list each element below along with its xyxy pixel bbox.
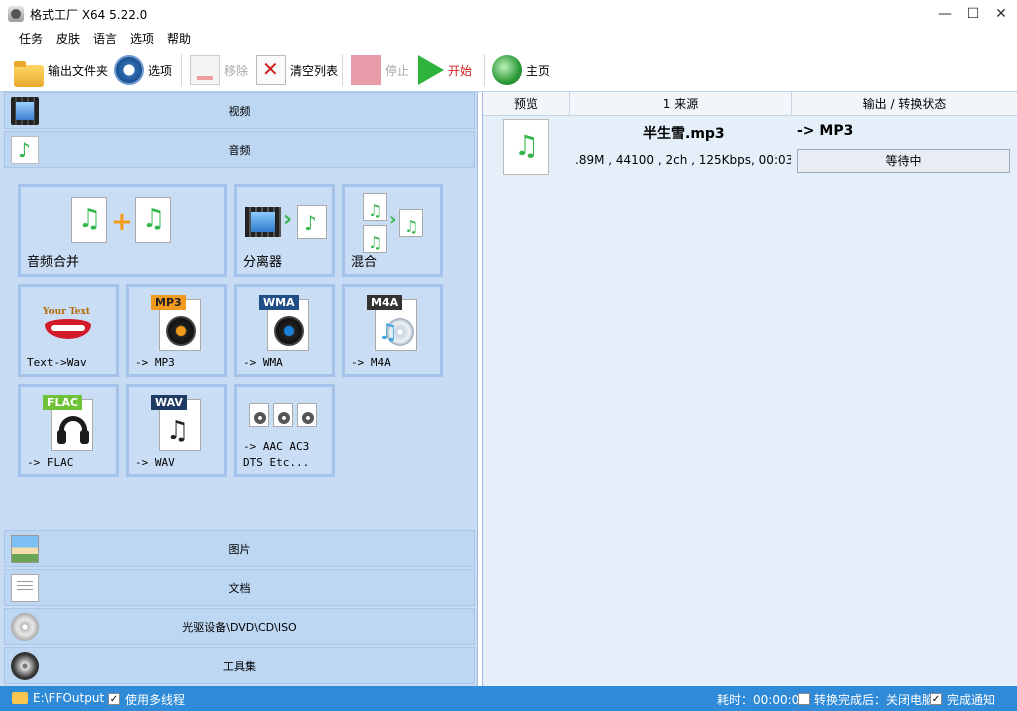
notify-checkbox[interactable]: ✓	[930, 693, 942, 705]
output-folder-button[interactable]: 输出文件夹	[14, 52, 108, 88]
film-icon	[11, 97, 39, 125]
category-label: 文档	[228, 581, 251, 595]
category-video[interactable]: 视频	[4, 92, 475, 129]
category-label: 音频	[228, 143, 251, 157]
menu-help[interactable]: 帮助	[167, 30, 191, 47]
tile-text-to-wav[interactable]: Your Text Text->Wav	[18, 284, 119, 377]
category-panel: 视频 音频 ♫ + ♫ 音频合并 › ♪ 分离器 ♫	[0, 92, 478, 686]
menu-skin[interactable]: 皮肤	[56, 30, 80, 47]
remove-button[interactable]: 移除	[190, 52, 248, 88]
menu-bar: 任务 皮肤 语言 选项 帮助	[0, 28, 1017, 48]
remove-icon	[190, 55, 220, 85]
options-label: 选项	[148, 63, 173, 78]
tile-label: 混合	[351, 255, 378, 270]
stop-icon	[351, 55, 381, 85]
remove-label: 移除	[224, 63, 249, 78]
tile-splitter[interactable]: › ♪ 分离器	[234, 184, 335, 277]
menu-options[interactable]: 选项	[130, 30, 154, 47]
folder-icon	[12, 692, 28, 704]
task-file-info: .89M , 44100 , 2ch , 125Kbps, 00:03:0	[575, 153, 791, 167]
play-icon	[418, 55, 444, 85]
multithread-label: 使用多线程	[125, 693, 186, 707]
output-path[interactable]: E:\FFOutput	[33, 691, 104, 705]
tile-other-formats[interactable]: -> AAC AC3 DTS Etc...	[234, 384, 335, 477]
stop-label: 停止	[385, 63, 410, 78]
app-icon	[8, 6, 24, 22]
tile-audio-join[interactable]: ♫ + ♫ 音频合并	[18, 184, 227, 277]
tile-label: -> M4A	[351, 356, 391, 369]
task-list: 预览 1 来源 输出 / 转换状态 ♫ 半生雪.mp3 .89M , 44100…	[482, 92, 1017, 686]
globe-icon	[492, 55, 522, 85]
status-bar: E:\FFOutput ✓ 使用多线程 耗时：00:00:00 转换完成后：关闭…	[0, 686, 1017, 711]
category-label: 工具集	[223, 659, 256, 673]
film-reel-icon	[11, 652, 39, 680]
title-bar: 格式工厂 X64 5.22.0 — ☐ ✕	[0, 0, 1017, 28]
column-header-preview[interactable]: 预览	[483, 92, 570, 116]
elapsed-time: 耗时：00:00:00	[717, 693, 807, 707]
window-title: 格式工厂 X64 5.22.0	[30, 8, 148, 22]
category-audio[interactable]: 音频	[4, 131, 475, 168]
category-label: 图片	[228, 542, 251, 556]
column-header-source[interactable]: 1 来源	[570, 92, 792, 116]
task-status: 等待中	[797, 149, 1010, 173]
category-picture[interactable]: 图片	[4, 530, 475, 567]
toolbar-separator	[181, 54, 182, 86]
tile-to-m4a[interactable]: ♫ M4A -> M4A	[342, 284, 443, 377]
tile-label: -> WAV	[135, 456, 175, 469]
after-convert-label: 转换完成后：关闭电脑	[814, 693, 935, 707]
category-label: 光驱设备\DVD\CD\ISO	[182, 620, 297, 634]
toolbar-separator	[342, 54, 343, 86]
notify-label: 完成通知	[947, 693, 996, 707]
shutdown-checkbox[interactable]	[798, 693, 810, 705]
folder-icon	[14, 61, 44, 87]
start-label: 开始	[448, 63, 473, 78]
task-target-format: -> MP3	[797, 123, 854, 139]
task-filename: 半生雪.mp3	[643, 126, 725, 142]
disc-icon	[11, 613, 39, 641]
close-button[interactable]: ✕	[984, 0, 1017, 28]
tile-label: 音频合并	[27, 255, 80, 270]
clear-list-label: 清空列表	[290, 63, 339, 78]
clear-list-icon	[256, 55, 286, 85]
tile-mix[interactable]: ♫ ♫ › ♫ 混合	[342, 184, 443, 277]
tile-label: -> MP3	[135, 356, 175, 369]
tile-to-wav[interactable]: ♫ WAV -> WAV	[126, 384, 227, 477]
home-label: 主页	[526, 63, 551, 78]
menu-language[interactable]: 语言	[93, 30, 117, 47]
category-rom[interactable]: 光驱设备\DVD\CD\ISO	[4, 608, 475, 645]
category-document[interactable]: 文档	[4, 569, 475, 606]
tile-to-wma[interactable]: WMA -> WMA	[234, 284, 335, 377]
tile-label: -> FLAC	[27, 456, 74, 469]
audio-tools-grid: ♫ + ♫ 音频合并 › ♪ 分离器 ♫ ♫ › ♫ 混合 Your Text …	[4, 170, 475, 528]
toolbar: 输出文件夹 选项 移除 清空列表 停止 开始 主页	[0, 48, 1017, 92]
column-header-status[interactable]: 输出 / 转换状态	[792, 92, 1017, 116]
music-note-icon	[11, 136, 39, 164]
home-button[interactable]: 主页	[492, 52, 550, 88]
category-tools[interactable]: 工具集	[4, 647, 475, 684]
stop-button[interactable]: 停止	[351, 52, 409, 88]
tile-to-mp3[interactable]: MP3 -> MP3	[126, 284, 227, 377]
document-icon	[11, 574, 39, 602]
picture-icon	[11, 535, 39, 563]
menu-task[interactable]: 任务	[19, 30, 43, 47]
options-button[interactable]: 选项	[114, 52, 172, 88]
category-label: 视频	[228, 104, 251, 118]
output-folder-label: 输出文件夹	[48, 63, 109, 78]
tile-label: -> WMA	[243, 356, 283, 369]
gear-icon	[114, 55, 144, 85]
audio-file-icon: ♫	[503, 119, 549, 175]
start-button[interactable]: 开始	[418, 52, 472, 88]
multithread-checkbox[interactable]: ✓	[108, 693, 120, 705]
task-row[interactable]: ♫ 半生雪.mp3 .89M , 44100 , 2ch , 125Kbps, …	[483, 117, 1017, 177]
tile-label: Text->Wav	[27, 356, 87, 369]
clear-list-button[interactable]: 清空列表	[256, 52, 338, 88]
tile-label: 分离器	[243, 255, 283, 270]
toolbar-separator	[484, 54, 485, 86]
tile-label: -> AAC AC3 DTS Etc...	[243, 440, 310, 469]
tile-to-flac[interactable]: FLAC -> FLAC	[18, 384, 119, 477]
